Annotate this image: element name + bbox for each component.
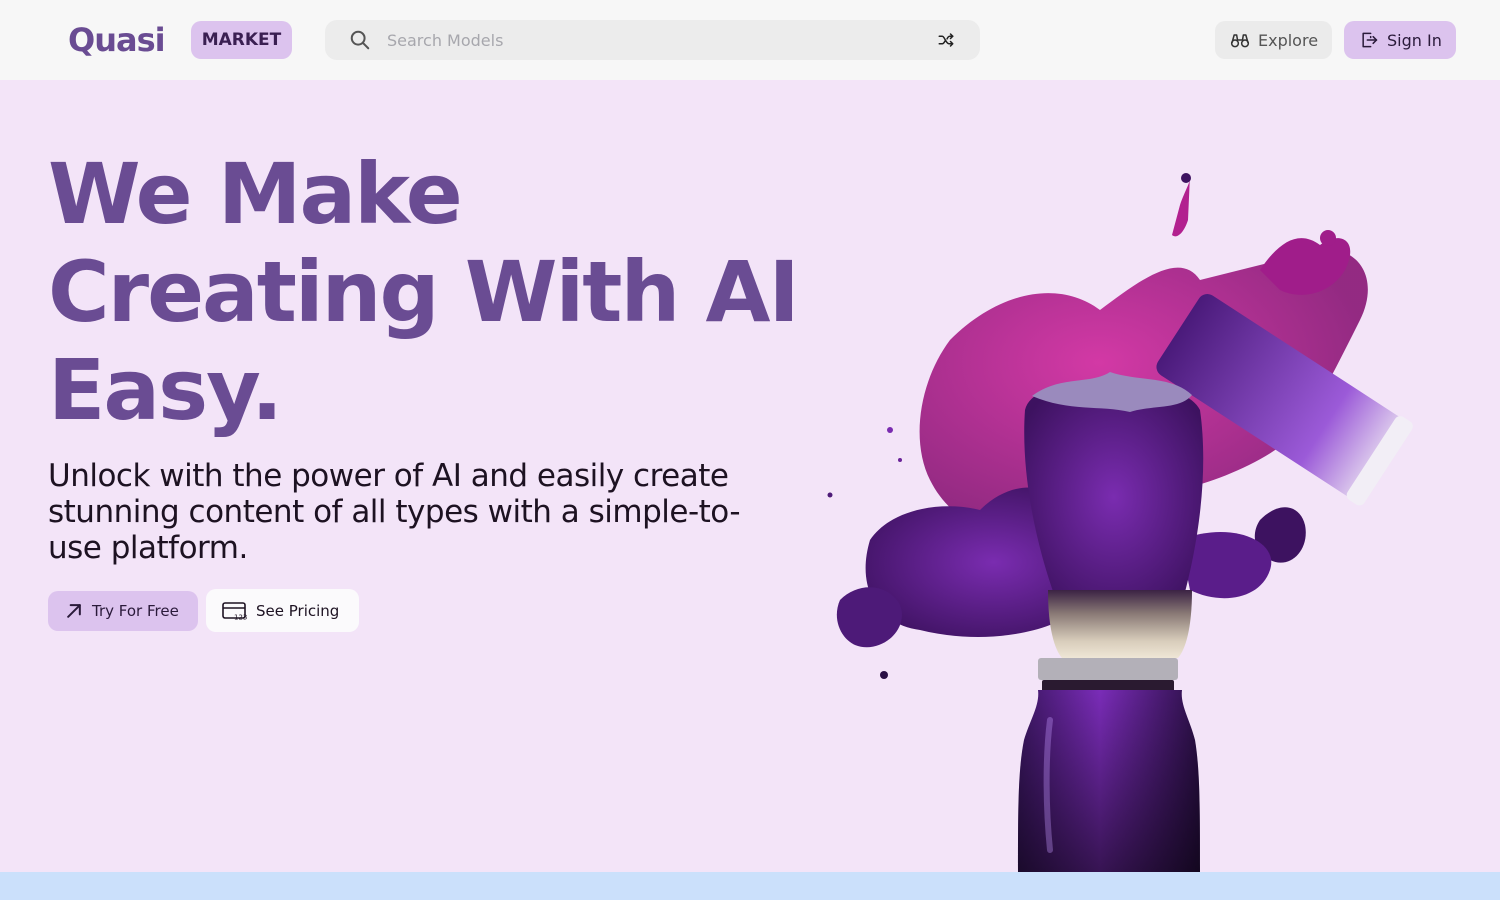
hero-subtitle: Unlock with the power of AI and easily c… [48,458,741,566]
svg-text:123: 123 [234,613,247,621]
search-icon [350,30,370,50]
shuffle-icon[interactable] [937,31,955,49]
explore-button[interactable]: Explore [1215,21,1332,59]
top-navigation-bar: Quasi MARKET Explore [0,0,1500,80]
next-section-strip [0,872,1500,900]
paintbrush-illustration [827,173,1413,872]
sign-in-label: Sign In [1387,30,1442,50]
card-123-icon: 123 [222,601,247,621]
explore-label: Explore [1258,30,1319,50]
try-for-free-button[interactable]: Try For Free [48,591,198,631]
sign-in-icon [1362,32,1378,48]
try-for-free-label: Try For Free [92,602,179,620]
search-input[interactable] [387,20,927,60]
arrow-up-right-icon [67,604,81,618]
see-pricing-label: See Pricing [256,601,340,620]
binoculars-icon [1230,34,1250,48]
hero-title: We Make Creating With AI Easy. [48,145,800,439]
sign-in-button[interactable]: Sign In [1344,21,1456,59]
quasi-logo[interactable]: Quasi [68,20,166,60]
market-badge[interactable]: MARKET [191,21,292,59]
search-bar[interactable] [325,20,980,60]
see-pricing-button[interactable]: 123 See Pricing [206,589,359,632]
